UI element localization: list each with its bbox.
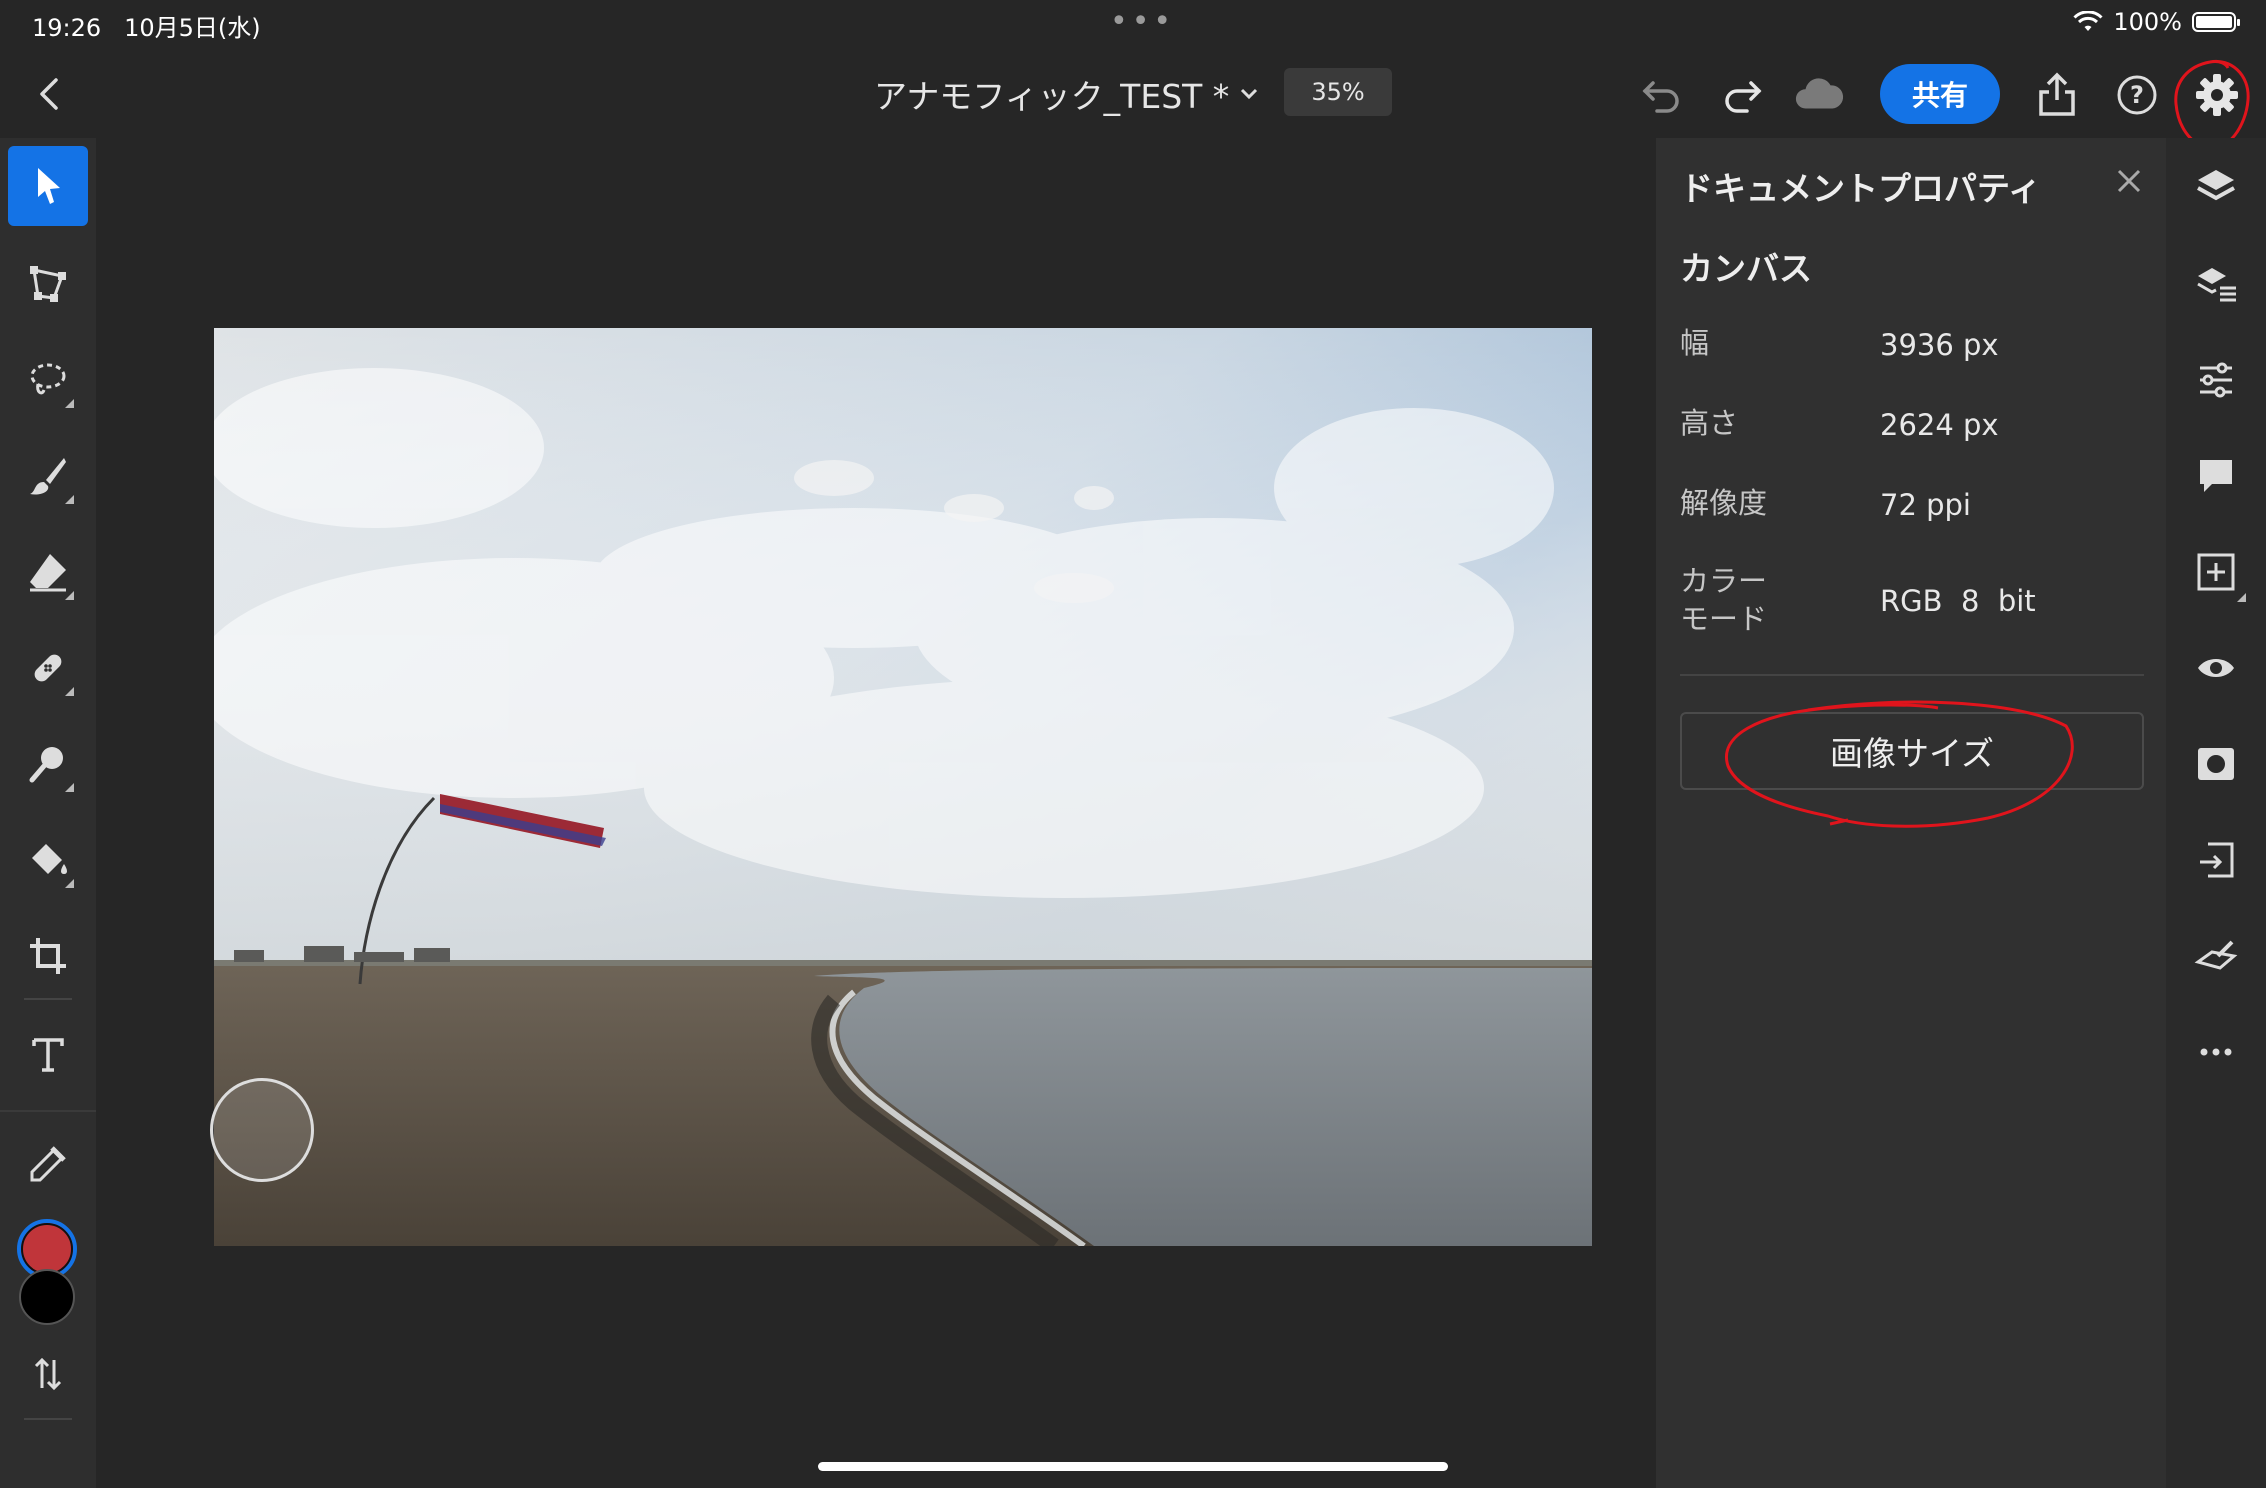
healing-tool[interactable] bbox=[8, 628, 88, 708]
eyedropper-tool[interactable] bbox=[8, 1124, 88, 1204]
swap-colors-tool[interactable] bbox=[8, 1334, 88, 1414]
clear-eraser-icon[interactable] bbox=[2186, 926, 2246, 986]
battery-icon bbox=[2192, 12, 2240, 32]
battery-percent: 100% bbox=[2113, 8, 2182, 36]
status-time: 19:26 10月5日(水) bbox=[32, 8, 261, 43]
adjustments-icon[interactable] bbox=[2186, 350, 2246, 410]
comments-icon[interactable] bbox=[2186, 446, 2246, 506]
section-canvas: カンバス bbox=[1680, 249, 1812, 288]
document-title[interactable]: アナモフィック_TEST * bbox=[874, 70, 1259, 118]
svg-text:?: ? bbox=[2130, 81, 2144, 109]
select-tool[interactable] bbox=[8, 146, 88, 226]
paint-bucket-icon bbox=[26, 838, 70, 882]
eraser-tool[interactable] bbox=[8, 532, 88, 612]
add-layer-icon[interactable] bbox=[2186, 542, 2246, 602]
text-T-icon bbox=[26, 1032, 70, 1076]
color-mode-label: カラー モード bbox=[1680, 564, 1768, 636]
close-icon[interactable] bbox=[2114, 166, 2144, 196]
fill-tool[interactable] bbox=[8, 820, 88, 900]
status-right: 100% bbox=[2073, 8, 2240, 36]
left-toolbar bbox=[0, 138, 96, 1488]
status-bar: 19:26 10月5日(水) ••• 100% bbox=[0, 0, 2266, 50]
width-value: 3936 px bbox=[1880, 328, 1999, 362]
home-indicator[interactable] bbox=[818, 1462, 1448, 1471]
arrow-cursor-icon bbox=[28, 164, 68, 208]
crop-tool[interactable] bbox=[8, 916, 88, 996]
crop-icon bbox=[26, 934, 70, 978]
visibility-eye-icon[interactable] bbox=[2186, 638, 2246, 698]
more-icon[interactable] bbox=[2186, 1022, 2246, 1082]
transform-icon bbox=[26, 262, 70, 306]
height-label: 高さ bbox=[1680, 406, 1739, 440]
help-icon[interactable]: ? bbox=[2112, 70, 2162, 120]
touch-shortcut-circle[interactable] bbox=[210, 1078, 314, 1182]
transform-tool[interactable] bbox=[8, 244, 88, 324]
top-bar: アナモフィック_TEST * 35% 共有 ? bbox=[0, 50, 2266, 138]
resolution-label: 解像度 bbox=[1680, 486, 1768, 520]
background-color-swatch[interactable] bbox=[18, 1268, 76, 1326]
brush-icon bbox=[26, 454, 70, 498]
cloud-icon[interactable] bbox=[1794, 70, 1844, 120]
share-button[interactable]: 共有 bbox=[1880, 64, 2000, 124]
type-tool[interactable] bbox=[8, 1014, 88, 1094]
document-title-text: アナモフィック_TEST * bbox=[874, 77, 1230, 116]
eyedropper-icon bbox=[26, 1142, 70, 1186]
right-panel-strip bbox=[2166, 138, 2266, 1488]
swap-arrows-icon bbox=[30, 1354, 66, 1394]
brush-tool[interactable] bbox=[8, 436, 88, 516]
date: 10月5日(水) bbox=[124, 14, 261, 42]
wifi-icon bbox=[2073, 11, 2103, 33]
eraser-icon bbox=[26, 550, 70, 594]
height-value: 2624 px bbox=[1880, 408, 1999, 442]
multitasking-dots[interactable]: ••• bbox=[1110, 4, 1175, 39]
chevron-down-icon bbox=[1239, 87, 1259, 101]
color-mode-value: RGB 8 bit bbox=[1880, 584, 2036, 618]
back-arrow-icon[interactable] bbox=[30, 72, 70, 116]
divider bbox=[1680, 674, 2144, 676]
undo-icon[interactable] bbox=[1636, 70, 1686, 120]
import-icon[interactable] bbox=[2186, 830, 2246, 890]
redo-icon[interactable] bbox=[1718, 70, 1768, 120]
width-label: 幅 bbox=[1680, 326, 1710, 360]
lasso-icon bbox=[26, 358, 70, 402]
clock: 19:26 bbox=[32, 14, 102, 42]
zoom-level[interactable]: 35% bbox=[1284, 68, 1392, 116]
lasso-tool[interactable] bbox=[8, 340, 88, 420]
bandage-icon bbox=[26, 646, 70, 690]
export-icon[interactable] bbox=[2032, 70, 2082, 120]
layer-properties-icon[interactable] bbox=[2186, 254, 2246, 314]
resolution-value: 72 ppi bbox=[1880, 488, 1971, 522]
mask-icon[interactable] bbox=[2186, 734, 2246, 794]
layers-icon[interactable] bbox=[2186, 158, 2246, 218]
panel-title: ドキュメントプロパティ bbox=[1680, 169, 2042, 208]
annotation-circle-image-size bbox=[1718, 696, 2078, 836]
canvas-image[interactable] bbox=[214, 328, 1592, 1246]
smudge-icon bbox=[26, 742, 70, 786]
smudge-tool[interactable] bbox=[8, 724, 88, 804]
